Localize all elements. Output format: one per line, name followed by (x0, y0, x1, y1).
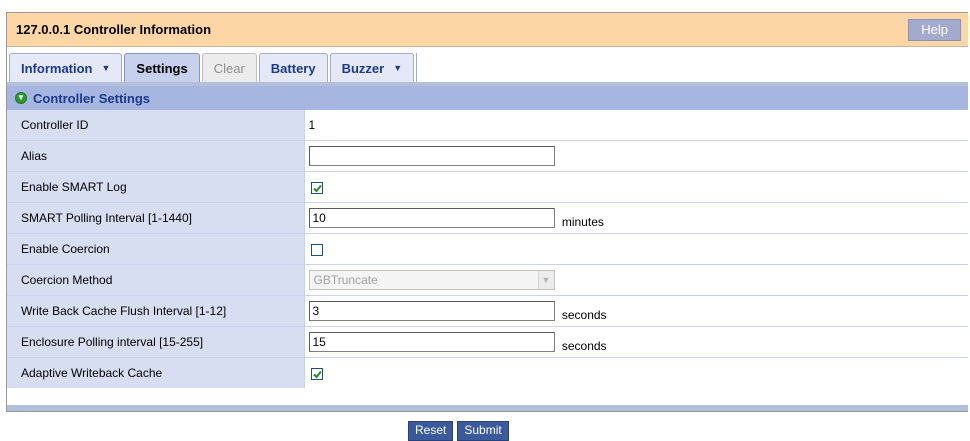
chevron-down-icon: ▼ (537, 271, 554, 289)
controller-id-label: Controller ID (7, 110, 305, 141)
help-button[interactable]: Help (908, 18, 961, 41)
enable-smart-log-label: Enable SMART Log (7, 171, 305, 203)
table-row: Coercion Method GBTruncate ▼ (7, 264, 968, 296)
smart-polling-interval-unit: minutes (561, 215, 604, 229)
table-row: Enable Coercion (7, 233, 968, 265)
table-row: Write Back Cache Flush Interval [1-12] s… (7, 295, 968, 327)
table-row: Enclosure Polling interval [15-255] seco… (7, 326, 968, 358)
settings-table: Controller ID 1 Alias Enable SMART Log S… (7, 110, 968, 388)
chevron-down-icon: ▼ (393, 63, 403, 73)
tab-settings-label: Settings (136, 60, 188, 76)
controller-information-panel: 127.0.0.1 Controller Information Help In… (6, 12, 968, 412)
smart-polling-interval-field[interactable] (308, 208, 555, 228)
tab-information[interactable]: Information ▼ (9, 53, 123, 82)
checkmark-icon (312, 370, 322, 379)
enable-coercion-label: Enable Coercion (7, 233, 305, 265)
coercion-method-label: Coercion Method (7, 264, 305, 296)
enclosure-polling-interval-label: Enclosure Polling interval [15-255] (7, 326, 305, 358)
coercion-method-value: GBTruncate (313, 273, 378, 287)
checkmark-icon (312, 184, 322, 193)
tab-bar: Information ▼ Settings Clear Battery Buz… (7, 47, 968, 86)
tab-buzzer[interactable]: Buzzer ▼ (329, 53, 415, 82)
section-header[interactable]: ▼ Controller Settings (7, 86, 968, 110)
enclosure-polling-interval-field[interactable] (308, 332, 555, 352)
page-title: 127.0.0.1 Controller Information (16, 22, 212, 37)
tab-battery-label: Battery (270, 60, 316, 76)
smart-polling-interval-label: SMART Polling Interval [1-1440] (7, 202, 305, 234)
alias-field[interactable] (308, 146, 555, 166)
tab-buzzer-label: Buzzer (341, 60, 385, 76)
chevron-down-icon: ▼ (101, 63, 111, 73)
enable-coercion-checkbox[interactable] (310, 243, 323, 256)
table-row: SMART Polling Interval [1-1440] minutes (7, 202, 968, 234)
tab-clear-label: Clear (213, 60, 245, 76)
controller-id-value: 1 (308, 118, 316, 132)
submit-button[interactable]: Submit (457, 421, 509, 441)
table-row: Adaptive Writeback Cache (7, 357, 968, 388)
enclosure-polling-interval-unit: seconds (561, 339, 607, 353)
tab-clear: Clear (201, 53, 257, 82)
tab-settings[interactable]: Settings (124, 53, 200, 82)
chevron-down-circle-icon: ▼ (15, 92, 27, 104)
enable-smart-log-checkbox[interactable] (310, 181, 323, 194)
title-bar: 127.0.0.1 Controller Information Help (7, 13, 968, 47)
adaptive-writeback-cache-label: Adaptive Writeback Cache (7, 357, 305, 388)
table-row: Alias (7, 140, 968, 172)
adaptive-writeback-cache-checkbox[interactable] (310, 367, 323, 380)
table-row: Enable SMART Log (7, 171, 968, 203)
write-back-cache-flush-interval-label: Write Back Cache Flush Interval [1-12] (7, 295, 305, 327)
reset-button[interactable]: Reset (408, 421, 454, 441)
write-back-cache-flush-interval-field[interactable] (308, 301, 555, 321)
table-row: Controller ID 1 (7, 110, 968, 141)
section-title: Controller Settings (33, 90, 151, 106)
alias-label: Alias (7, 140, 305, 172)
tab-divider (416, 53, 421, 82)
tab-information-label: Information (21, 60, 93, 76)
coercion-method-select: GBTruncate ▼ (308, 270, 555, 290)
tab-battery[interactable]: Battery (258, 53, 328, 82)
form-actions: Reset Submit (408, 421, 509, 441)
write-back-cache-flush-interval-unit: seconds (561, 308, 607, 322)
panel-footer-bar (7, 405, 968, 411)
